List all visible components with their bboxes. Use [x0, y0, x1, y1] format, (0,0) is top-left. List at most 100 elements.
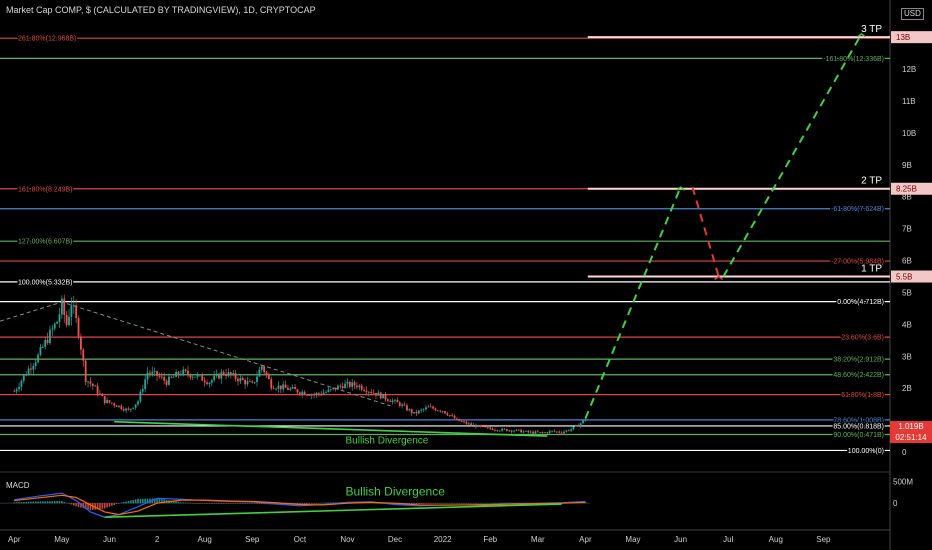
candle-body[interactable] — [153, 370, 156, 372]
candle-body[interactable] — [365, 390, 368, 393]
candle-body[interactable] — [403, 404, 406, 406]
candle-body[interactable] — [289, 388, 292, 390]
x-tick-label[interactable]: Aug — [769, 535, 783, 544]
candle-body[interactable] — [455, 418, 458, 420]
candle-body[interactable] — [175, 371, 177, 377]
candle-body[interactable] — [322, 392, 325, 395]
candle-body[interactable] — [213, 375, 216, 381]
candle-body[interactable] — [122, 409, 125, 411]
x-tick-label[interactable]: Jun — [103, 535, 116, 544]
candle-body[interactable] — [172, 376, 175, 378]
candle-body[interactable] — [370, 391, 373, 393]
candle-body[interactable] — [525, 430, 527, 432]
candle-body[interactable] — [394, 399, 396, 401]
candle-body[interactable] — [201, 374, 204, 381]
candle-body[interactable] — [37, 354, 39, 363]
candle-body[interactable] — [334, 387, 337, 390]
candle-body[interactable] — [401, 404, 404, 406]
candle-body[interactable] — [184, 369, 187, 371]
candle-body[interactable] — [253, 382, 256, 383]
candle-body[interactable] — [470, 423, 473, 426]
candle-body[interactable] — [208, 382, 211, 385]
candle-body[interactable] — [434, 408, 437, 411]
candle-body[interactable] — [91, 383, 94, 387]
candle-body[interactable] — [560, 432, 563, 434]
candle-body[interactable] — [177, 371, 180, 375]
candle-body[interactable] — [160, 376, 163, 378]
candle-body[interactable] — [15, 389, 18, 392]
candle-body[interactable] — [496, 430, 499, 431]
x-tick-label[interactable]: Apr — [579, 535, 592, 544]
candle-body[interactable] — [356, 385, 358, 388]
candle-body[interactable] — [408, 409, 411, 411]
candle-body[interactable] — [268, 374, 270, 380]
candle-body[interactable] — [482, 426, 484, 428]
candle-body[interactable] — [30, 368, 32, 370]
candle-body[interactable] — [570, 429, 573, 431]
candle-body[interactable] — [527, 430, 530, 433]
candle-body[interactable] — [522, 431, 525, 433]
candle-body[interactable] — [139, 391, 142, 402]
candle-body[interactable] — [203, 380, 206, 383]
candle-body[interactable] — [420, 409, 423, 411]
candle-body[interactable] — [137, 401, 139, 405]
candle-body[interactable] — [546, 432, 549, 434]
candle-body[interactable] — [77, 318, 80, 337]
candle-body[interactable] — [475, 424, 477, 428]
candle-body[interactable] — [489, 427, 492, 429]
candle-body[interactable] — [118, 405, 120, 407]
candle-body[interactable] — [563, 431, 565, 434]
candle-body[interactable] — [377, 392, 380, 396]
candle-body[interactable] — [353, 382, 356, 386]
candle-body[interactable] — [351, 382, 354, 387]
y-tick-label[interactable]: 0 — [902, 448, 907, 457]
candle-body[interactable] — [241, 377, 244, 380]
candle-body[interactable] — [80, 336, 82, 350]
candle-body[interactable] — [25, 374, 28, 376]
candle-body[interactable] — [446, 413, 449, 416]
candle-body[interactable] — [218, 373, 220, 379]
candle-body[interactable] — [532, 431, 534, 434]
candle-body[interactable] — [49, 329, 51, 344]
candle-body[interactable] — [237, 378, 239, 382]
candle-body[interactable] — [279, 385, 282, 390]
candle-body[interactable] — [579, 423, 582, 427]
candle-body[interactable] — [225, 374, 227, 376]
candle-body[interactable] — [13, 391, 16, 393]
candle-body[interactable] — [310, 394, 313, 396]
candle-body[interactable] — [465, 421, 468, 424]
candle-body[interactable] — [182, 369, 185, 375]
candle-body[interactable] — [348, 381, 351, 387]
candle-body[interactable] — [539, 432, 542, 433]
candle-body[interactable] — [101, 393, 104, 397]
candle-body[interactable] — [444, 411, 446, 414]
candle-body[interactable] — [146, 372, 149, 380]
candle-body[interactable] — [53, 323, 56, 329]
candle-body[interactable] — [422, 409, 425, 411]
candle-body[interactable] — [168, 376, 170, 385]
candle-body[interactable] — [72, 305, 75, 306]
y-tick-label[interactable]: 9B — [902, 161, 912, 170]
candle-body[interactable] — [22, 375, 25, 381]
candle-body[interactable] — [18, 386, 20, 390]
candle-body[interactable] — [294, 387, 296, 390]
candle-body[interactable] — [558, 431, 561, 433]
candle-body[interactable] — [87, 381, 89, 383]
candle-body[interactable] — [70, 305, 73, 317]
candle-body[interactable] — [341, 386, 344, 389]
candle-body[interactable] — [429, 406, 432, 408]
candle-body[interactable] — [58, 314, 61, 322]
candle-body[interactable] — [472, 424, 475, 426]
currency-button[interactable]: USD — [901, 8, 924, 20]
candle-body[interactable] — [194, 376, 197, 378]
candle-body[interactable] — [129, 408, 132, 410]
candle-body[interactable] — [529, 431, 532, 433]
candle-body[interactable] — [215, 373, 218, 376]
candle-body[interactable] — [553, 430, 556, 432]
x-tick-label[interactable]: May — [54, 535, 69, 544]
candle-body[interactable] — [415, 412, 418, 414]
candle-body[interactable] — [220, 372, 223, 379]
candle-body[interactable] — [360, 385, 363, 390]
candle-body[interactable] — [567, 430, 570, 432]
candle-body[interactable] — [246, 381, 249, 385]
